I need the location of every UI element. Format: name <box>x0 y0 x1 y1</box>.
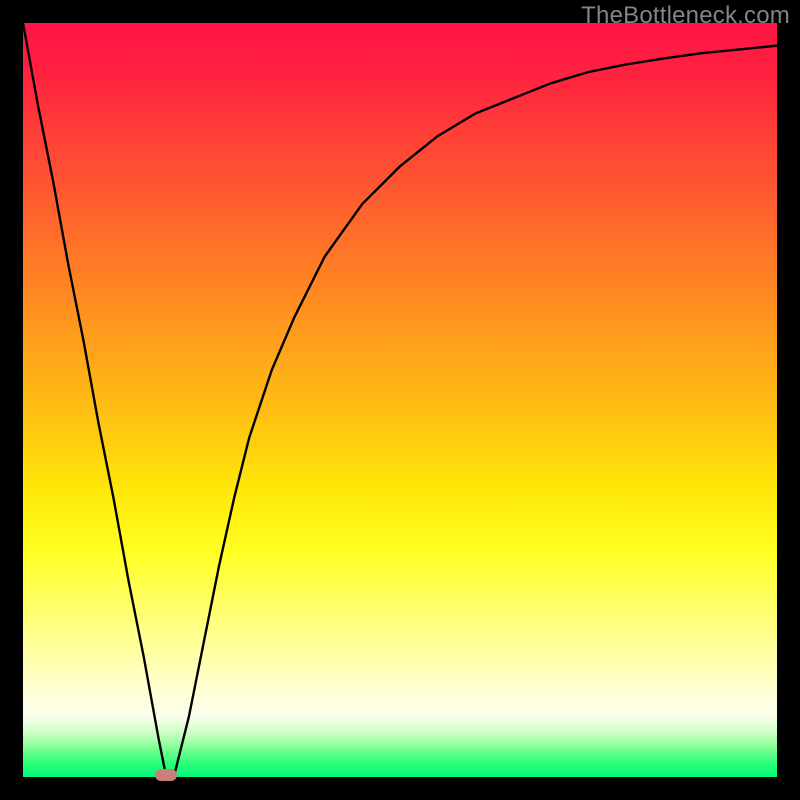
chart-frame: TheBottleneck.com <box>0 0 800 800</box>
bottleneck-curve <box>23 23 777 777</box>
optimum-marker <box>155 769 177 781</box>
watermark-text: TheBottleneck.com <box>581 2 790 30</box>
